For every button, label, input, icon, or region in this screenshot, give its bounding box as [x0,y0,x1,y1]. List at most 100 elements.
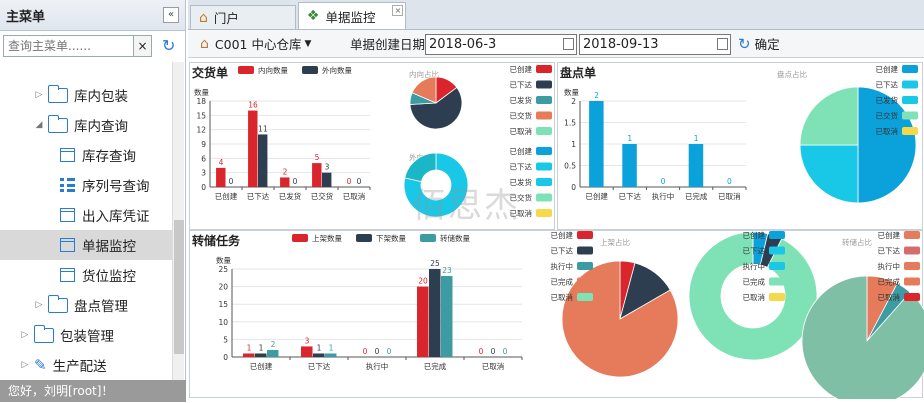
sidebar-item[interactable]: 序列号查询 [0,170,172,200]
data-label: 20 [418,277,428,286]
legend-label: 已取消 [878,292,901,302]
legend-label: 已取消 [876,126,899,136]
collapsed-arrow-icon[interactable]: ▷ [34,90,44,100]
data-label: 1 [329,343,334,352]
data-label: 0 [503,347,508,356]
sidebar-item[interactable]: ▷ 包装管理 [0,320,172,350]
warehouse-value: C001 中心仓库 [214,37,302,52]
collapsed-arrow-icon[interactable]: ▷ [20,330,30,340]
date-to-field[interactable]: 2018-09-13 [579,34,731,55]
tab-portal[interactable]: ⌂ 门户 [190,5,296,29]
data-label: 23 [442,266,452,275]
monitor-icon: ❖ [306,8,320,24]
data-label: 0 [375,347,380,356]
collapsed-arrow-icon[interactable]: ▷ [34,300,44,310]
x-tick-label: 执行中 [366,361,389,371]
legend-label: 已交货 [510,111,533,121]
scrollbar-thumb[interactable] [174,220,184,354]
data-label: 0 [387,347,392,356]
chart-title: 转储任务 [192,233,241,248]
collapsed-arrow-icon[interactable]: ▷ [20,360,30,370]
bar [266,349,279,357]
clear-search-icon[interactable]: × [134,35,152,57]
bar [429,269,441,357]
warehouse-icon: ⌂ [200,35,209,52]
sidebar-item[interactable]: 出入库凭证 [0,200,172,230]
refresh-icon: ↻ [738,34,751,53]
page-icon [60,238,75,252]
legend-swatch [356,234,372,242]
legend-label: 已完成 [743,277,766,287]
sidebar-header: 主菜单 « [0,0,185,31]
bar [440,276,453,357]
sidebar-item[interactable]: ▷ 盘点管理 [0,290,172,320]
bar [248,110,258,187]
tab-doc-monitor[interactable]: ❖ 单据监控 × [297,2,407,29]
sidebar-item[interactable]: ▷ 库内包装 [0,80,172,110]
y-tick-label: 15 [196,111,206,120]
close-tab-icon[interactable]: × [392,5,404,16]
bar [622,144,637,187]
bar [589,101,604,187]
legend-label: 已创建 [876,64,899,74]
legend-swatch [536,162,552,171]
sidebar-scrollbar[interactable] [172,62,184,380]
date-to-value: 2018-09-13 [583,37,659,52]
legend-swatch [577,262,593,270]
page-icon [60,208,75,222]
menu-search: × ↻ [3,34,183,58]
y-tick-label: 5 [223,335,228,344]
date-from-field[interactable]: 2018-06-3 [425,34,577,55]
pie-title: 盘点占比 [777,69,807,79]
expanded-arrow-icon[interactable]: ◢ [34,120,44,130]
legend-label: 已创建 [510,146,533,156]
bar [324,353,337,357]
sidebar-item-label: 库内查询 [74,119,128,135]
sidebar-item-label: 单据监控 [82,239,136,255]
calendar-icon[interactable] [563,38,574,50]
data-label: 3 [305,336,310,345]
menu-search-input[interactable] [3,35,134,57]
legend-label: 已下达 [510,162,533,172]
sidebar-item[interactable]: ◢ 库内查询 [0,110,172,140]
sidebar-item-label: 包装管理 [60,329,114,345]
legend-label: 已下达 [743,246,766,256]
legend-swatch [536,127,552,135]
data-label: 0 [229,177,234,186]
x-tick-label: 已取消 [482,361,505,371]
y-axis-label: 数量 [564,87,579,97]
transfer-task-panel: 转储任务 数量 0 5 10 15 20 25 已创建 1 1 2 已下达 3 1 1 执行中 0 0 0 已完成 20 2… [189,230,924,403]
legend-swatch [577,277,593,286]
calendar-icon[interactable] [717,38,728,50]
inventory-count-panel: 盘点单 数量 0 0.5 1 1.5 2 已创建 2 已下达 1 执行中 0 已完成 1 已取消 0 盘点占比 已创… [557,62,923,230]
legend-swatch [902,96,918,104]
data-label: 5 [315,153,320,162]
legend-swatch [577,293,593,301]
sidebar-item[interactable]: 单据监控 [0,230,172,260]
data-label: 0 [661,177,666,186]
bar [322,172,332,187]
bar [258,134,268,187]
legend-label: 已取消 [551,292,574,302]
warehouse-select[interactable]: ⌂ C001 中心仓库 ▼ [200,34,311,53]
x-tick-label: 执行中 [652,191,675,201]
production-icon: ✎ [34,356,47,374]
confirm-button[interactable]: ↻ 确定 [738,34,780,53]
x-tick-label: 已创建 [585,191,608,201]
bar [417,286,429,357]
sidebar-item[interactable]: ▷ ✎ 生产配送 [0,350,172,380]
watermark: 佰思杰 [412,186,520,226]
y-tick-label: 0 [201,183,206,192]
sidebar-item[interactable]: 货位监控 [0,260,172,290]
sidebar-title: 主菜单 [6,9,46,25]
bar [301,346,313,357]
legend-label: 已完成 [551,277,574,287]
legend-label: 已下达 [878,246,901,256]
legend-swatch [902,65,918,73]
legend-swatch [769,246,785,255]
collapse-sidebar-icon[interactable]: « [163,7,179,23]
sidebar-item[interactable]: 库存查询 [0,140,172,170]
refresh-icon[interactable]: ↻ [162,36,180,56]
transfer-task-chart: 转储任务数量0510152025已创建1 1 2已下达31 1执行中0 0 0已完成202… [192,230,924,403]
data-label: 1 [259,343,264,352]
